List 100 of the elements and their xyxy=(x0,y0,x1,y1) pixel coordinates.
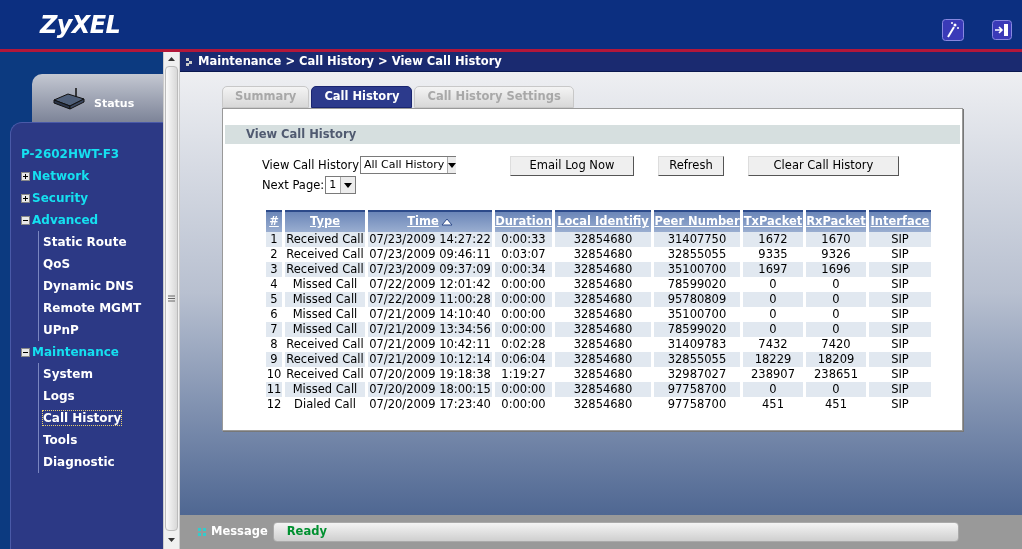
table-cell: SIP xyxy=(869,382,931,397)
table-cell: 07/21/2009 10:12:14 xyxy=(368,352,492,367)
table-cell: 31407750 xyxy=(654,232,740,247)
caret-icon xyxy=(448,162,457,168)
grip-icon xyxy=(168,295,175,302)
table-cell: 07/20/2009 19:18:38 xyxy=(368,367,492,382)
bullet-icon xyxy=(186,57,192,66)
menu-item[interactable]: Call History xyxy=(43,411,122,425)
table-cell: 0:00:00 xyxy=(495,382,552,397)
table-cell: 32854680 xyxy=(555,352,651,367)
table-cell: 95780809 xyxy=(654,292,740,307)
menu-item[interactable]: UPnP xyxy=(43,323,79,337)
table-cell: 97758700 xyxy=(654,382,740,397)
message-field: Ready xyxy=(272,522,959,542)
table-cell: Received Call xyxy=(285,262,365,277)
table-cell: 07/21/2009 13:34:56 xyxy=(368,322,492,337)
logout-icon[interactable] xyxy=(992,19,1012,40)
table-cell: SIP xyxy=(869,262,931,277)
table-cell: 07/20/2009 17:23:40 xyxy=(368,397,492,412)
table-cell: 18209 xyxy=(806,352,866,367)
router-icon xyxy=(52,86,86,110)
collapse-icon[interactable] xyxy=(21,347,30,357)
caret-icon xyxy=(344,182,353,188)
expand-icon[interactable] xyxy=(21,171,30,181)
action-button[interactable]: Clear Call History xyxy=(748,156,899,176)
table-cell: 0 xyxy=(806,322,866,337)
table-cell: 78599020 xyxy=(654,322,740,337)
table-cell: 07/22/2009 11:00:28 xyxy=(368,292,492,307)
menu-item[interactable]: Diagnostic xyxy=(43,455,115,469)
table-cell: 32854680 xyxy=(555,322,651,337)
table-cell: 3 xyxy=(266,262,282,277)
action-button[interactable]: Email Log Now xyxy=(510,156,634,176)
table-cell: 07/23/2009 14:27:22 xyxy=(368,232,492,247)
table-cell: 0:06:04 xyxy=(495,352,552,367)
table-cell: 32854680 xyxy=(555,232,651,247)
scrollbar[interactable] xyxy=(163,52,180,549)
table-cell: Missed Call xyxy=(285,382,365,397)
table-cell: 07/21/2009 14:10:40 xyxy=(368,307,492,322)
tab[interactable]: Call History xyxy=(311,86,413,108)
table-cell: 0 xyxy=(806,382,866,397)
table-cell: 0 xyxy=(743,292,803,307)
menu-item[interactable]: Tools xyxy=(43,433,78,447)
table-cell: 0:00:34 xyxy=(495,262,552,277)
table-cell: 32854680 xyxy=(555,262,651,277)
dropdown[interactable]: All Call History xyxy=(360,156,456,174)
filter-label: View Call History xyxy=(262,156,359,174)
table-cell: 07/20/2009 18:00:15 xyxy=(368,382,492,397)
table-cell: 1670 xyxy=(806,232,866,247)
table-cell: Received Call xyxy=(285,352,365,367)
table-cell: 0 xyxy=(743,382,803,397)
section-title: View Call History xyxy=(225,125,960,144)
logo: ZyXEL xyxy=(40,9,121,41)
table-cell: 7 xyxy=(266,322,282,337)
menu-group[interactable]: Maintenance xyxy=(32,343,119,361)
table-cell: 1672 xyxy=(743,232,803,247)
table-cell: 11 xyxy=(266,382,282,397)
breadcrumb: Maintenance > Call History > View Call History xyxy=(198,52,502,70)
menu-group[interactable]: Network xyxy=(32,167,90,185)
menu-group[interactable]: Security xyxy=(32,189,89,207)
table-cell: 18229 xyxy=(743,352,803,367)
table-cell: 1697 xyxy=(743,262,803,277)
table-cell: 07/23/2009 09:37:09 xyxy=(368,262,492,277)
table-cell: SIP xyxy=(869,352,931,367)
table-cell: 9 xyxy=(266,352,282,367)
menu-item[interactable]: QoS xyxy=(43,257,71,271)
device-name: P-2602HWT-F3 xyxy=(21,146,120,163)
table-cell: 0:00:00 xyxy=(495,292,552,307)
table-cell: Missed Call xyxy=(285,292,365,307)
table-cell: 35100700 xyxy=(654,262,740,277)
message-label: Message xyxy=(211,523,268,541)
table-cell: 0:00:00 xyxy=(495,322,552,337)
wizard-icon[interactable] xyxy=(942,18,964,41)
filter-label: Next Page: xyxy=(262,176,325,194)
table-cell: Missed Call xyxy=(285,322,365,337)
table-cell: 0 xyxy=(743,322,803,337)
menu-item[interactable]: System xyxy=(43,367,93,381)
bullet-icon xyxy=(198,528,206,536)
table-cell: 32854680 xyxy=(555,382,651,397)
table-cell: 07/23/2009 09:46:11 xyxy=(368,247,492,262)
table-cell: Received Call xyxy=(285,232,365,247)
menu-group[interactable]: Advanced xyxy=(32,211,99,229)
table-cell: 1 xyxy=(266,232,282,247)
menu-item[interactable]: Logs xyxy=(43,389,75,403)
action-button[interactable]: Refresh xyxy=(658,156,724,176)
menu-item[interactable]: Static Route xyxy=(43,235,127,249)
status-label: Status xyxy=(94,95,135,112)
table-cell: SIP xyxy=(869,232,931,247)
table-cell: 32855055 xyxy=(654,352,740,367)
table-cell: 0 xyxy=(806,292,866,307)
sort-ascending-icon xyxy=(440,218,453,226)
menu-item[interactable]: Remote MGMT xyxy=(43,301,142,315)
table-cell: 07/21/2009 10:42:11 xyxy=(368,337,492,352)
table-cell: 07/22/2009 12:01:42 xyxy=(368,277,492,292)
table-cell: SIP xyxy=(869,292,931,307)
table-cell: 5 xyxy=(266,292,282,307)
expand-icon[interactable] xyxy=(21,193,30,203)
collapse-icon[interactable] xyxy=(21,215,30,225)
menu-item[interactable]: Dynamic DNS xyxy=(43,279,134,293)
dropdown[interactable]: 1 xyxy=(325,176,357,194)
table-cell: 1696 xyxy=(806,262,866,277)
